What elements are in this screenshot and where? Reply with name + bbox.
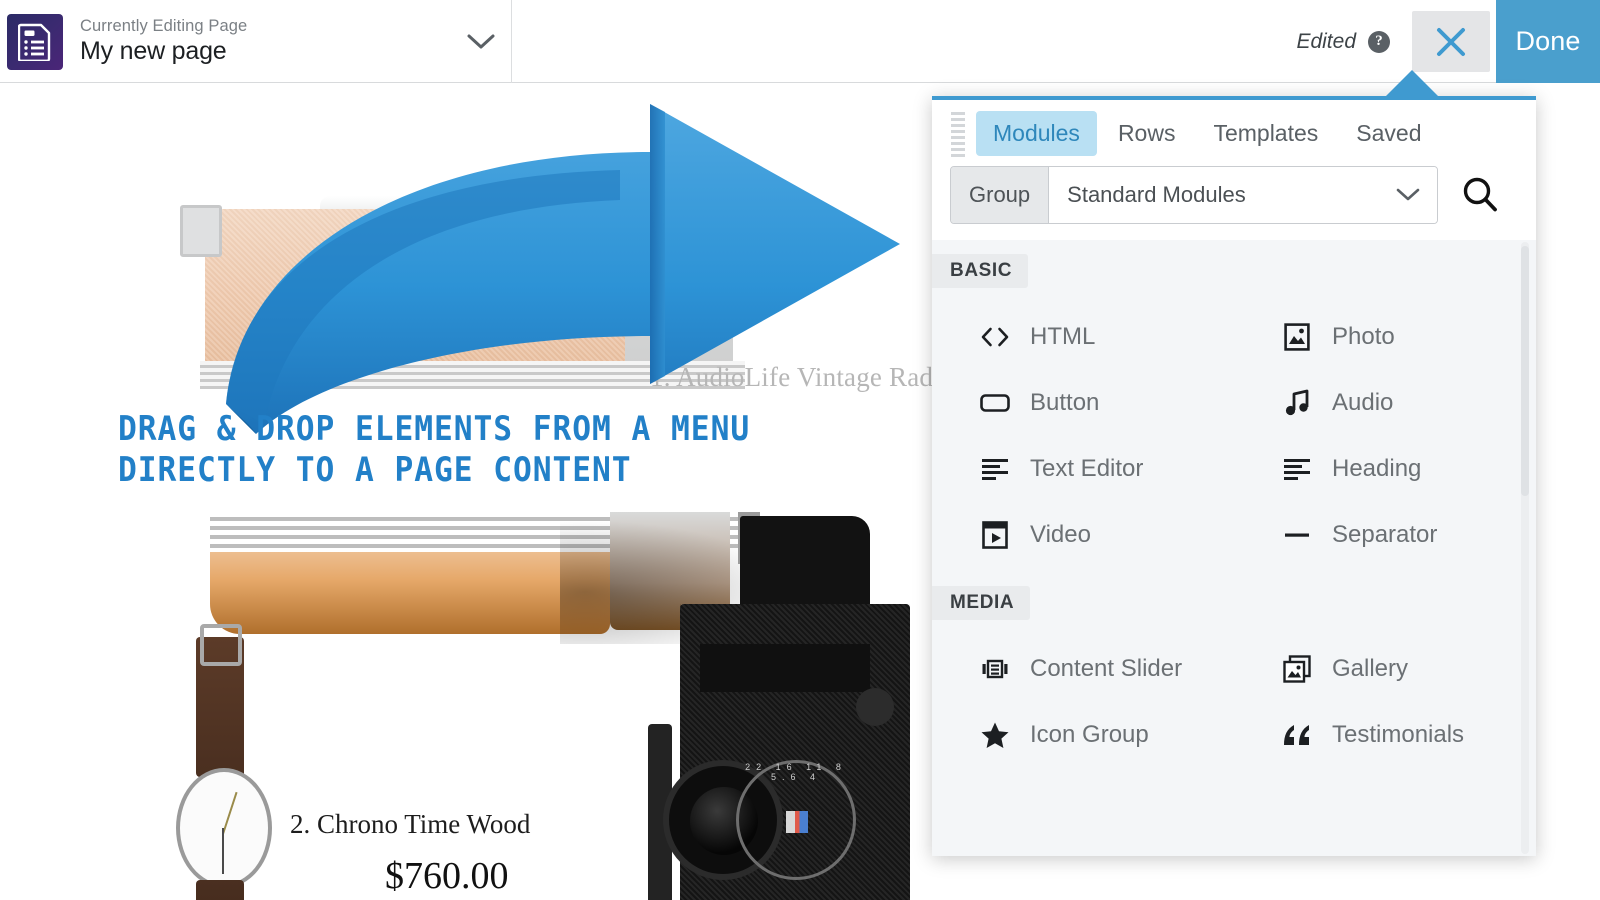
basic-modules-grid: HTML Photo Button Audio Text Editor Head… [932,294,1536,572]
module-html[interactable]: HTML [932,304,1234,370]
module-video[interactable]: Video [932,502,1234,568]
module-label: Text Editor [1030,455,1144,482]
text-lines-icon [980,454,1010,484]
module-label: Gallery [1332,655,1409,682]
module-label: Audio [1332,389,1394,416]
product-price-2: $760.00 [385,855,509,897]
group-filter-row: Group Standard Modules [932,166,1536,240]
modules-panel: Modules Rows Templates Saved Group Stand… [932,96,1536,856]
search-icon [1463,177,1497,212]
photo-icon [1282,322,1312,352]
content-slider-icon [980,654,1010,684]
panel-header: Modules Rows Templates Saved Group Stand… [932,100,1536,240]
module-label: Icon Group [1030,721,1149,748]
product-caption-2: 2. Chrono Time Wood [290,809,531,839]
tab-templates[interactable]: Templates [1196,111,1335,156]
code-icon [980,322,1010,352]
module-heading[interactable]: Heading [1234,436,1536,502]
media-modules-grid: Content Slider Gallery Icon Group Testim… [932,626,1536,772]
help-icon[interactable]: ? [1368,30,1390,53]
page-selector[interactable]: Currently Editing Page My new page [0,0,512,83]
module-label: Testimonials [1332,721,1465,748]
module-label: Separator [1332,521,1438,548]
document-list-icon [7,13,63,70]
watch-buckle [200,624,242,666]
group-control: Group Standard Modules [950,166,1438,224]
gallery-icon [1282,654,1312,684]
module-photo[interactable]: Photo [1234,304,1536,370]
chevron-down-icon[interactable] [451,33,511,51]
edited-status: Edited [1296,29,1356,53]
module-label: Photo [1332,323,1395,350]
panel-tabs: Modules Rows Templates Saved [932,100,1536,166]
module-button[interactable]: Button [932,370,1234,436]
separator-dash-icon [1282,520,1312,550]
module-label: Video [1030,521,1091,548]
drag-drop-instruction-text: DRAG & DROP ELEMENTS FROM A MENU DIRECTL… [118,409,751,490]
group-select[interactable]: Standard Modules [1049,167,1437,223]
chevron-down-icon [1395,182,1421,208]
builder-topbar: Currently Editing Page My new page Edite… [0,0,1600,83]
star-icon [980,720,1010,750]
module-icon-group[interactable]: Icon Group [932,702,1234,768]
panel-pointer-arrow [1384,70,1440,98]
section-header-media: MEDIA [932,586,1031,620]
module-text-editor[interactable]: Text Editor [932,436,1234,502]
camera-hood [740,516,870,616]
video-clapper-icon [980,520,1010,550]
quote-icon [1282,720,1312,750]
camera-viewfinder [700,644,870,692]
editing-status-label: Currently Editing Page [80,17,248,36]
group-label: Group [951,167,1050,223]
camera-aperture-scale: 22 16 11 8 5.6 4 [745,762,847,782]
module-label: HTML [1030,323,1096,350]
module-gallery[interactable]: Gallery [1234,636,1536,702]
tab-rows[interactable]: Rows [1101,111,1193,156]
module-content-slider[interactable]: Content Slider [932,636,1234,702]
module-testimonials[interactable]: Testimonials [1234,702,1536,768]
module-label: Heading [1332,455,1422,482]
search-button[interactable] [1438,174,1522,216]
builder-screen: 22 16 11 8 5.6 4 1. AudioLife Vintage Ra… [0,0,1600,900]
vertical-scrollbar-thumb[interactable] [1521,246,1529,496]
audio-note-icon [1282,388,1312,418]
done-button[interactable]: Done [1496,0,1600,83]
watch-hand-second [222,828,224,874]
module-label: Button [1030,389,1100,416]
page-title: My new page [80,37,227,66]
camera-badge [786,811,808,833]
heading-lines-icon [1282,454,1312,484]
camera-knob-top [856,688,894,726]
close-icon [1437,27,1465,56]
watch-strap-bottom [196,880,244,900]
button-icon [980,388,1010,418]
section-header-basic: BASIC [932,254,1029,288]
drag-handle-icon[interactable] [944,109,972,157]
tab-modules[interactable]: Modules [976,110,1097,156]
group-select-value: Standard Modules [1067,182,1246,207]
module-label: Content Slider [1030,655,1183,682]
module-audio[interactable]: Audio [1234,370,1536,436]
tab-saved[interactable]: Saved [1339,111,1438,156]
modules-list[interactable]: BASIC HTML Photo Button Audio Text Edito… [932,240,1536,856]
module-separator[interactable]: Separator [1234,502,1536,568]
close-button[interactable] [1412,11,1490,72]
